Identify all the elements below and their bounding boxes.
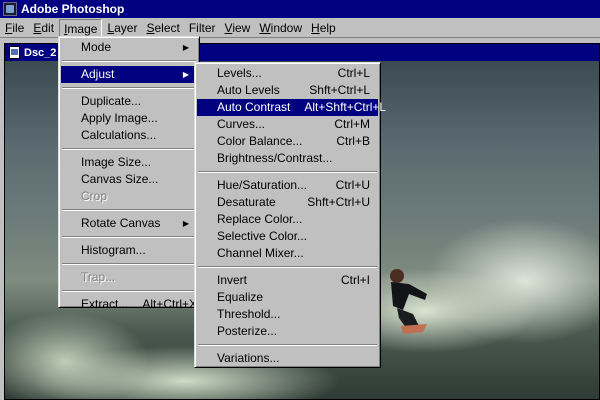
menu-item-invert[interactable]: Invert Ctrl+I xyxy=(197,272,378,289)
menu-separator xyxy=(198,344,377,346)
menu-item-adjust[interactable]: Adjust ▶ xyxy=(61,66,197,83)
menu-separator xyxy=(62,290,196,292)
menu-item-apply-image[interactable]: Apply Image... xyxy=(61,110,197,127)
submenu-arrow-icon: ▶ xyxy=(182,43,189,52)
menu-item-levels[interactable]: Levels... Ctrl+L xyxy=(197,65,378,82)
menu-item-brightness-contrast[interactable]: Brightness/Contrast... xyxy=(197,150,378,167)
menu-separator xyxy=(198,266,377,268)
menu-item-curves[interactable]: Curves... Ctrl+M xyxy=(197,116,378,133)
menu-separator xyxy=(198,171,377,173)
menu-item-hue-saturation[interactable]: Hue/Saturation... Ctrl+U xyxy=(197,177,378,194)
menu-separator xyxy=(62,87,196,89)
menu-separator xyxy=(62,148,196,150)
menu-item-calculations[interactable]: Calculations... xyxy=(61,127,197,144)
submenu-arrow-icon: ▶ xyxy=(182,219,189,228)
menu-edit[interactable]: Edit xyxy=(29,19,58,37)
menu-window[interactable]: Window xyxy=(255,19,306,37)
menu-separator xyxy=(62,236,196,238)
menu-image[interactable]: Image xyxy=(59,18,103,37)
menu-item-variations[interactable]: Variations... xyxy=(197,350,378,367)
app-titlebar: Adobe Photoshop xyxy=(0,0,600,18)
menu-item-equalize[interactable]: Equalize xyxy=(197,289,378,306)
submenu-arrow-icon: ▶ xyxy=(182,70,189,79)
menu-filter[interactable]: Filter xyxy=(185,19,220,37)
menu-item-channel-mixer[interactable]: Channel Mixer... xyxy=(197,245,378,262)
menu-item-replace-color[interactable]: Replace Color... xyxy=(197,211,378,228)
menu-file[interactable]: File xyxy=(1,19,28,37)
photoshop-app-icon[interactable] xyxy=(3,2,17,16)
menu-item-auto-contrast[interactable]: Auto Contrast Alt+Shft+Ctrl+L xyxy=(197,99,386,116)
menu-item-posterize[interactable]: Posterize... xyxy=(197,323,378,340)
document-icon xyxy=(9,46,20,59)
menu-item-histogram[interactable]: Histogram... xyxy=(61,242,197,259)
menu-item-mode[interactable]: Mode ▶ xyxy=(61,39,197,56)
menu-view[interactable]: View xyxy=(221,19,255,37)
menu-select[interactable]: Select xyxy=(142,19,183,37)
menu-item-rotate-canvas[interactable]: Rotate Canvas ▶ xyxy=(61,215,197,232)
app-title: Adobe Photoshop xyxy=(21,2,125,16)
menu-separator xyxy=(62,209,196,211)
menu-item-extract[interactable]: Extract... Alt+Ctrl+X xyxy=(61,296,197,313)
menu-item-canvas-size[interactable]: Canvas Size... xyxy=(61,171,197,188)
menu-item-image-size[interactable]: Image Size... xyxy=(61,154,197,171)
menu-item-desaturate[interactable]: Desaturate Shft+Ctrl+U xyxy=(197,194,378,211)
menu-item-duplicate[interactable]: Duplicate... xyxy=(61,93,197,110)
menu-item-auto-levels[interactable]: Auto Levels Shft+Ctrl+L xyxy=(197,82,378,99)
menu-item-crop: Crop xyxy=(81,189,108,203)
menu-item-selective-color[interactable]: Selective Color... xyxy=(197,228,378,245)
menu-separator xyxy=(62,60,196,62)
menubar: File Edit Image Layer Select Filter View… xyxy=(0,18,600,38)
surfer-figure xyxy=(390,269,427,334)
document-title: Dsc_2 xyxy=(24,46,57,59)
menu-item-threshold[interactable]: Threshold... xyxy=(197,306,378,323)
menu-item-trap: Trap... xyxy=(81,270,116,284)
menu-help[interactable]: Help xyxy=(307,19,340,37)
menu-layer[interactable]: Layer xyxy=(103,19,141,37)
menu-item-color-balance[interactable]: Color Balance... Ctrl+B xyxy=(197,133,378,150)
image-menu: Mode ▶ Adjust ▶ Duplicate... Apply Image..… xyxy=(58,36,200,311)
menu-separator xyxy=(62,263,196,265)
adjust-submenu: Levels... Ctrl+L Auto Levels Shft+Ctrl+L A… xyxy=(194,62,386,368)
